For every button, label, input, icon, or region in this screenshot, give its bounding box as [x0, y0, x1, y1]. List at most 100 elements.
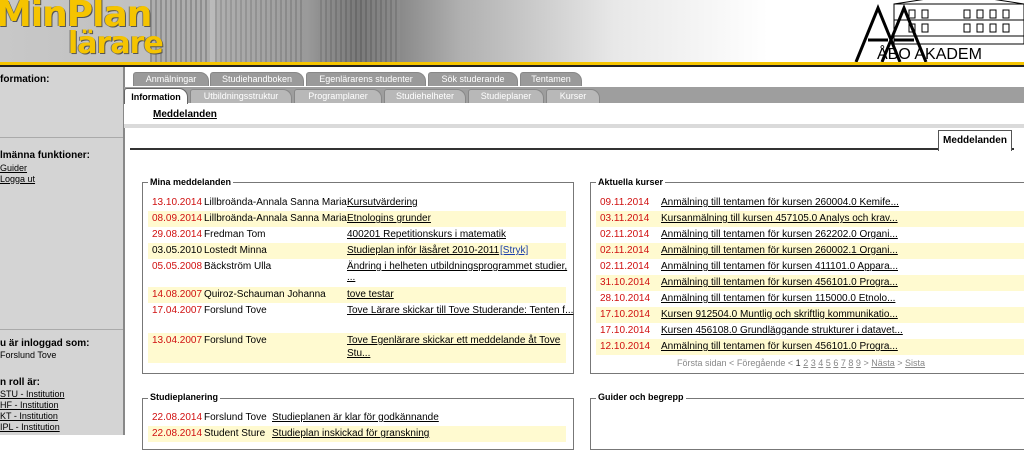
pager-page[interactable]: 4 — [818, 358, 823, 368]
tab-studieplaner[interactable]: Studieplaner — [468, 89, 544, 103]
list-item: 09.11.2014 Anmälning till tentamen för k… — [596, 195, 1024, 211]
list-item: 03.11.2014 Kursanmälning till kursen 457… — [596, 211, 1024, 227]
tab-studiehelheter[interactable]: Studiehelheter — [384, 89, 466, 103]
message-sender: Quiroz-Schauman Johanna — [204, 289, 326, 300]
pager-page[interactable]: 6 — [833, 358, 838, 368]
message-link[interactable]: 400201 Repetitionskurs i matematik — [347, 227, 506, 243]
message-link[interactable]: Ändring i helheten utbildningsprogrammet… — [347, 259, 567, 275]
pager-last[interactable]: Sista — [905, 358, 925, 368]
guider-legend: Guider och begrepp — [596, 392, 686, 402]
table-row: 14.08.2007 Quiroz-Schauman Johanna tove … — [148, 287, 566, 303]
message-date: 17.04.2007 — [152, 305, 203, 316]
sidebar-functions-heading: lmänna funktioner: — [0, 150, 91, 161]
tab-studiehandboken[interactable]: Studiehandboken — [210, 72, 304, 86]
header-divider — [0, 65, 1024, 67]
logo-larare: lärare — [68, 26, 164, 61]
sidebar-role-link[interactable]: KT - Institution — [0, 411, 58, 421]
sidebar-link-guider[interactable]: Guider — [0, 163, 27, 173]
plan-link[interactable]: Studieplanen är klar för godkännande — [272, 410, 439, 426]
list-item: 02.11.2014 Anmälning till tentamen för k… — [596, 243, 1024, 259]
message-date: 03.05.2010 — [152, 245, 203, 256]
course-link[interactable]: Anmälning till tentamen för kursen 26220… — [661, 227, 898, 243]
course-date: 09.11.2014 — [600, 197, 650, 208]
pager-page-current: 1 — [795, 358, 801, 368]
course-link[interactable]: Kursen 456108.0 Grundläggande strukturer… — [661, 323, 903, 339]
sidebar-role-link[interactable]: IPL - Institution — [0, 422, 60, 432]
table-row: 03.05.2010 Lostedt Minna Studieplan infö… — [148, 243, 566, 259]
table-row: 22.08.2014 Forslund Tove Studieplanen är… — [148, 410, 566, 426]
pager-prev-arrow: < — [729, 358, 735, 368]
message-sender: Forslund Tove — [204, 335, 267, 346]
message-link-continuation[interactable]: Stu... — [347, 346, 370, 362]
sidebar-role-heading: n roll är: — [0, 377, 41, 388]
course-link[interactable]: Kursanmälning till kursen 457105.0 Analy… — [661, 211, 898, 227]
course-link[interactable]: Anmälning till tentamen för kursen 41110… — [661, 259, 898, 275]
table-row: 29.08.2014 Fredman Tom 400201 Repetition… — [148, 227, 566, 243]
banner-building-image-3 — [320, 0, 400, 64]
tab-kurser[interactable]: Kurser — [546, 89, 600, 103]
course-link[interactable]: Anmälning till tentamen för kursen 26000… — [661, 195, 899, 211]
pager-page[interactable]: 7 — [841, 358, 846, 368]
tab-utbildningsstruktur[interactable]: Utbildningsstruktur — [190, 89, 292, 103]
sidebar-divider — [0, 137, 123, 138]
pager-page[interactable]: 5 — [826, 358, 831, 368]
message-link[interactable]: Etnologins grunder — [347, 211, 431, 227]
course-date: 02.11.2014 — [600, 229, 650, 240]
table-row: 08.09.2014 Lillbroända-Annala Sanna Mari… — [148, 211, 566, 227]
message-sender: Lostedt Minna — [204, 245, 267, 256]
subnav-link-meddelanden[interactable]: Meddelanden — [153, 109, 217, 120]
message-link[interactable]: Kursutvärdering — [347, 195, 418, 211]
tab-egenlararens-studenter[interactable]: Egenlärarens studenter — [306, 72, 426, 86]
sidebar-link-logout[interactable]: Logga ut — [0, 174, 35, 184]
pager-page[interactable]: 9 — [856, 358, 861, 368]
course-link[interactable]: Anmälning till tentamen för kursen 45610… — [661, 339, 898, 355]
pager-prev-arrow: < — [787, 358, 794, 368]
message-link[interactable]: Tove Egenlärare skickar ett meddelande å… — [347, 333, 560, 349]
list-item: 17.10.2014 Kursen 456108.0 Grundläggande… — [596, 323, 1024, 339]
pager-page[interactable]: 8 — [848, 358, 853, 368]
tab-meddelanden[interactable]: Meddelanden — [938, 130, 1012, 151]
list-item: 02.11.2014 Anmälning till tentamen för k… — [596, 259, 1024, 275]
table-row: 05.05.2008 Bäckström Ulla Ändring i helh… — [148, 259, 567, 287]
table-row: 17.04.2007 Forslund Tove Tove Lärare ski… — [148, 303, 573, 331]
sidebar-role-link[interactable]: HF - Institution — [0, 400, 59, 410]
list-item: 17.10.2014 Kursen 912504.0 Muntlig och s… — [596, 307, 1024, 323]
sidebar: formation: lmänna funktioner: Guider Log… — [0, 67, 125, 435]
list-item: 31.10.2014 Anmälning till tentamen för k… — [596, 275, 1024, 291]
plan-date: 22.08.2014 — [152, 412, 203, 423]
tab-information[interactable]: Information — [124, 88, 188, 105]
message-link[interactable]: Studieplan inför läsåret 2010-2011 — [347, 243, 499, 259]
tab-anmalningar[interactable]: Anmälningar — [133, 72, 209, 86]
pager-page[interactable]: 3 — [811, 358, 816, 368]
sidebar-logged-in-user: Forslund Tove — [0, 350, 57, 360]
message-link[interactable]: Tove Lärare skickar till Tove Studerande… — [347, 303, 573, 319]
pager-prev[interactable]: Föregående — [737, 358, 786, 368]
aktuella-kurser-legend: Aktuella kurser — [596, 177, 666, 187]
course-link[interactable]: Anmälning till tentamen för kursen 45610… — [661, 275, 898, 291]
message-date: 05.05.2008 — [152, 261, 203, 272]
message-link[interactable]: tove testar — [347, 287, 394, 303]
course-link[interactable]: Anmälning till tentamen för kursen 26000… — [661, 243, 898, 259]
pager-first[interactable]: Första sidan — [677, 358, 727, 368]
sidebar-role-link[interactable]: STU - Institution — [0, 389, 65, 399]
list-item: 02.11.2014 Anmälning till tentamen för k… — [596, 227, 1024, 243]
tab-tentamen[interactable]: Tentamen — [520, 72, 582, 86]
course-link[interactable]: Kursen 912504.0 Muntlig och skriftlig ko… — [661, 307, 898, 323]
plan-sender: Forslund Tove — [204, 412, 267, 423]
list-item: 28.10.2014 Anmälning till tentamen för k… — [596, 291, 1024, 307]
pager-page[interactable]: 2 — [803, 358, 808, 368]
tab-sok-studerande[interactable]: Sök studerande — [428, 72, 518, 86]
pager-next[interactable]: Nästa — [871, 358, 895, 368]
tab-programplaner[interactable]: Programplaner — [294, 89, 382, 103]
pagination: Första sidan < Föregående < 1 2 3 4 5 6 … — [677, 358, 925, 368]
course-link[interactable]: Anmälning till tentamen för kursen 11500… — [661, 291, 895, 307]
course-date: 17.10.2014 — [600, 325, 651, 336]
message-date: 29.08.2014 — [152, 229, 203, 240]
guider-panel — [590, 398, 1024, 450]
message-link-continuation[interactable]: ... — [347, 270, 355, 286]
list-item: 12.10.2014 Anmälning till tentamen för k… — [596, 339, 1024, 355]
plan-link[interactable]: Studieplan inskickad för granskning — [272, 426, 429, 442]
sidebar-logged-in-heading: u är inloggad som: — [0, 338, 90, 349]
stryk-link[interactable]: [Stryk] — [500, 243, 528, 259]
course-date: 03.11.2014 — [600, 213, 650, 224]
